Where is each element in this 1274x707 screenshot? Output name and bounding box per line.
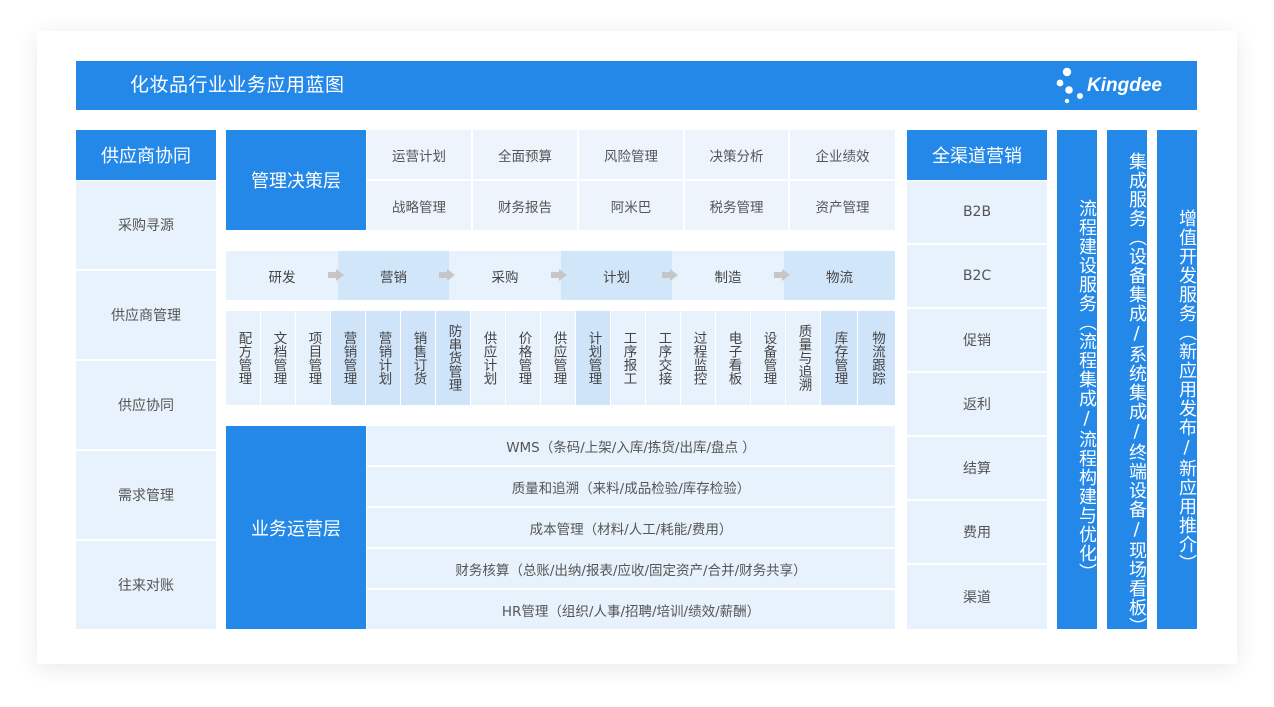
flow-arrow-icon bbox=[328, 269, 344, 281]
supplier-item-collaboration: 供应协同 bbox=[76, 361, 216, 449]
management-item: 运营计划 bbox=[367, 130, 471, 179]
flow-arrow-icon bbox=[662, 269, 678, 281]
omni-item: B2B bbox=[907, 181, 1047, 243]
flow-arrow-icon bbox=[439, 269, 455, 281]
service-column-integration: 集成服务（设备集成/系统集成/终端设备/现场看板） bbox=[1107, 130, 1147, 636]
module-cell: 供应管理 bbox=[541, 311, 575, 405]
module-cell: 物流跟踪 bbox=[858, 311, 895, 405]
process-step: 采购 bbox=[449, 251, 561, 300]
module-cell: 价格管理 bbox=[506, 311, 540, 405]
omni-item: 促销 bbox=[907, 309, 1047, 371]
module-cell: 文档管理 bbox=[261, 311, 295, 405]
operations-header: 业务运营层 bbox=[226, 426, 366, 629]
management-header: 管理决策层 bbox=[226, 130, 366, 230]
management-item: 决策分析 bbox=[685, 130, 788, 179]
module-cell: 配方管理 bbox=[226, 311, 260, 405]
process-step: 计划 bbox=[561, 251, 672, 300]
omni-header: 全渠道营销 bbox=[907, 130, 1047, 180]
process-step: 物流 bbox=[784, 251, 895, 300]
omni-item: 结算 bbox=[907, 437, 1047, 499]
page-title: 化妆品行业业务应用蓝图 bbox=[130, 74, 345, 96]
service-column-process: 流程建设服务（流程集成/流程构建与优化） bbox=[1057, 130, 1097, 629]
supplier-header: 供应商协同 bbox=[76, 130, 216, 180]
flow-arrow-icon bbox=[774, 269, 790, 281]
process-step: 研发 bbox=[226, 251, 338, 300]
management-item: 风险管理 bbox=[579, 130, 683, 179]
module-cell: 工序报工 bbox=[611, 311, 645, 405]
management-item: 阿米巴 bbox=[579, 181, 683, 230]
service-column-development: 增值开发服务（新应用发布/新应用推介） bbox=[1157, 130, 1197, 629]
omni-item: B2C bbox=[907, 245, 1047, 307]
process-step: 营销 bbox=[338, 251, 449, 300]
operations-item: HR管理（组织/人事/招聘/培训/绩效/薪酬） bbox=[367, 590, 895, 629]
module-cell: 项目管理 bbox=[296, 311, 330, 405]
operations-item: 质量和追溯（来料/成品检验/库存检验） bbox=[367, 467, 895, 506]
module-cell: 营销管理 bbox=[331, 311, 365, 405]
module-cell: 营销计划 bbox=[366, 311, 400, 405]
module-cell: 质量与追溯 bbox=[786, 311, 820, 405]
module-cell: 计划管理 bbox=[576, 311, 610, 405]
supplier-item-sourcing: 采购寻源 bbox=[76, 181, 216, 269]
supplier-item-management: 供应商管理 bbox=[76, 271, 216, 359]
module-cell: 电子看板 bbox=[716, 311, 750, 405]
module-cell: 工序交接 bbox=[646, 311, 680, 405]
process-step: 制造 bbox=[672, 251, 784, 300]
operations-item: 成本管理（材料/人工/耗能/费用） bbox=[367, 508, 895, 547]
management-item: 全面预算 bbox=[473, 130, 577, 179]
management-item: 财务报告 bbox=[473, 181, 577, 230]
module-cell: 防串货管理 bbox=[436, 311, 470, 405]
module-cell: 设备管理 bbox=[751, 311, 785, 405]
flow-arrow-icon bbox=[551, 269, 567, 281]
module-cell: 过程监控 bbox=[681, 311, 715, 405]
module-cell: 供应计划 bbox=[471, 311, 505, 405]
omni-item: 返利 bbox=[907, 373, 1047, 435]
operations-item: 财务核算（总账/出纳/报表/应收/固定资产/合并/财务共享） bbox=[367, 549, 895, 588]
management-item: 战略管理 bbox=[367, 181, 471, 230]
management-item: 企业绩效 bbox=[790, 130, 895, 179]
module-cell: 销售订货 bbox=[401, 311, 435, 405]
omni-item: 渠道 bbox=[907, 565, 1047, 629]
module-cell: 库存管理 bbox=[821, 311, 857, 405]
logo-text: Kingdee bbox=[1087, 75, 1162, 96]
supplier-item-reconciliation: 往来对账 bbox=[76, 541, 216, 629]
supplier-item-demand: 需求管理 bbox=[76, 451, 216, 539]
operations-item: WMS（条码/上架/入库/拣货/出库/盘点 ） bbox=[367, 426, 895, 465]
omni-item: 费用 bbox=[907, 501, 1047, 563]
management-item: 税务管理 bbox=[685, 181, 788, 230]
management-item: 资产管理 bbox=[790, 181, 895, 230]
